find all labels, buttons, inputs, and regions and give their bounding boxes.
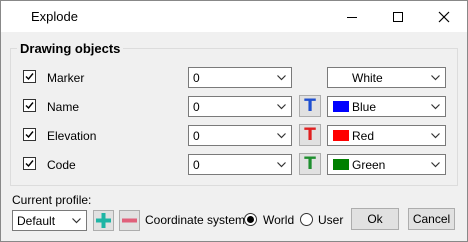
chevron-down-icon (431, 133, 440, 139)
maximize-icon (393, 11, 403, 22)
profile-select[interactable]: Default (12, 210, 87, 231)
marker-color-select[interactable]: White (327, 67, 446, 88)
elevation-text-style-button[interactable]: T (299, 124, 321, 146)
minus-icon (122, 218, 137, 223)
elevation-label: Elevation (47, 129, 97, 143)
elevation-value: 0 (193, 129, 200, 143)
color-swatch (333, 130, 349, 141)
chevron-down-icon (72, 218, 81, 224)
check-icon (25, 73, 34, 81)
name-color-select[interactable]: Blue (327, 96, 446, 117)
name-text-style-button[interactable]: T (299, 95, 321, 117)
check-icon (25, 131, 34, 139)
code-value-select[interactable]: 0 (188, 154, 292, 175)
radio-selected-dot (247, 216, 254, 223)
code-color-label: Green (352, 158, 386, 172)
title-bar: Explode (1, 1, 467, 32)
cancel-button[interactable]: Cancel (408, 208, 455, 230)
maximize-button[interactable] (375, 1, 421, 32)
color-swatch (333, 101, 349, 112)
name-color-label: Blue (352, 100, 377, 114)
chevron-down-icon (431, 104, 440, 110)
group-title: Drawing objects (17, 41, 124, 56)
elevation-value-select[interactable]: 0 (188, 125, 292, 146)
minimize-button[interactable] (329, 1, 375, 32)
code-checkbox[interactable] (23, 157, 36, 170)
elevation-checkbox[interactable] (23, 128, 36, 141)
chevron-down-icon (277, 162, 286, 168)
marker-value: 0 (193, 71, 200, 85)
marker-color-label: White (352, 71, 383, 85)
minimize-icon (347, 16, 357, 18)
close-button[interactable] (421, 1, 467, 32)
user-radio[interactable] (300, 213, 313, 226)
color-swatch (333, 72, 349, 83)
chevron-down-icon (431, 162, 440, 168)
chevron-down-icon (277, 133, 286, 139)
check-icon (25, 102, 34, 110)
user-label: User (318, 213, 344, 227)
world-radio[interactable] (244, 213, 257, 226)
close-icon (438, 11, 450, 22)
ok-button[interactable]: Ok (351, 208, 399, 230)
explode-dialog: Explode Drawing objects Marker 0 White N… (0, 0, 468, 242)
add-profile-button[interactable] (93, 210, 114, 231)
window-title: Explode (31, 9, 78, 24)
chevron-down-icon (277, 104, 286, 110)
name-checkbox[interactable] (23, 99, 36, 112)
chevron-down-icon (431, 75, 440, 81)
elevation-color-label: Red (352, 129, 375, 143)
code-value: 0 (193, 158, 200, 172)
name-value-select[interactable]: 0 (188, 96, 292, 117)
code-label: Code (47, 158, 76, 172)
marker-label: Marker (47, 71, 85, 85)
marker-value-select[interactable]: 0 (188, 67, 292, 88)
code-color-select[interactable]: Green (327, 154, 446, 175)
elevation-color-select[interactable]: Red (327, 125, 446, 146)
name-value: 0 (193, 100, 200, 114)
profile-value: Default (17, 214, 56, 228)
code-text-style-button[interactable]: T (299, 153, 321, 175)
color-swatch (333, 159, 349, 170)
remove-profile-button[interactable] (119, 210, 140, 231)
current-profile-label: Current profile: (12, 193, 92, 207)
coordinate-system-label: Coordinate system: (145, 213, 249, 227)
name-label: Name (47, 100, 80, 114)
check-icon (25, 160, 34, 168)
chevron-down-icon (277, 75, 286, 81)
marker-checkbox[interactable] (23, 70, 36, 83)
plus-icon (96, 213, 111, 228)
world-label: World (263, 213, 295, 227)
